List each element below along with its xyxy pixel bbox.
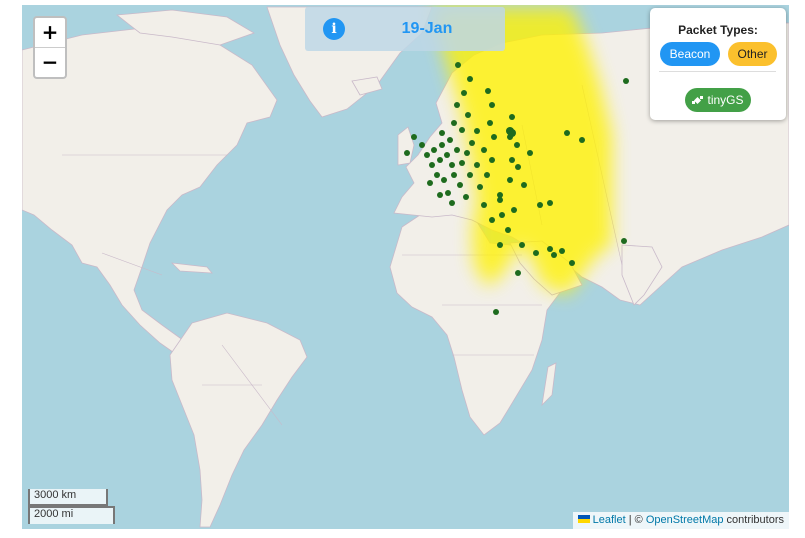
leaflet-link[interactable]: Leaflet (593, 514, 626, 526)
other-filter-button[interactable]: Other (728, 42, 777, 66)
scale-bar-km: 3000 km (28, 489, 108, 506)
tinygs-filter-button[interactable]: tinyGS (685, 88, 751, 112)
zoom-control: + − (33, 16, 67, 79)
beacon-filter-button[interactable]: Beacon (660, 42, 720, 66)
madagascar (541, 362, 557, 407)
legend-divider (659, 71, 776, 72)
zoom-in-button[interactable]: + (35, 18, 65, 47)
current-date: 19-Jan (401, 20, 453, 37)
cuba (170, 262, 213, 274)
attribution-contributors: contributors (723, 514, 784, 526)
south-america (169, 312, 308, 528)
packet-type-legend: Packet Types: Beacon Other tinyGS (650, 8, 786, 120)
zoom-out-button[interactable]: − (35, 47, 65, 77)
legend-title: Packet Types: (678, 23, 758, 37)
info-icon[interactable]: i (323, 18, 345, 40)
satellite-icon (692, 96, 704, 105)
scale-bar-mi: 2000 mi (28, 506, 115, 524)
date-header: i 19-Jan (305, 7, 505, 51)
attribution-separator: | © (625, 514, 646, 526)
ukraine-flag-icon (577, 515, 590, 523)
openstreetmap-link[interactable]: OpenStreetMap (646, 514, 724, 526)
map-view[interactable]: + − i 19-Jan Packet Types: Beacon Other … (22, 5, 789, 529)
tinygs-label: tinyGS (707, 93, 744, 107)
map-attribution: Leaflet | © OpenStreetMap contributors (572, 512, 789, 529)
great-britain (397, 126, 415, 166)
